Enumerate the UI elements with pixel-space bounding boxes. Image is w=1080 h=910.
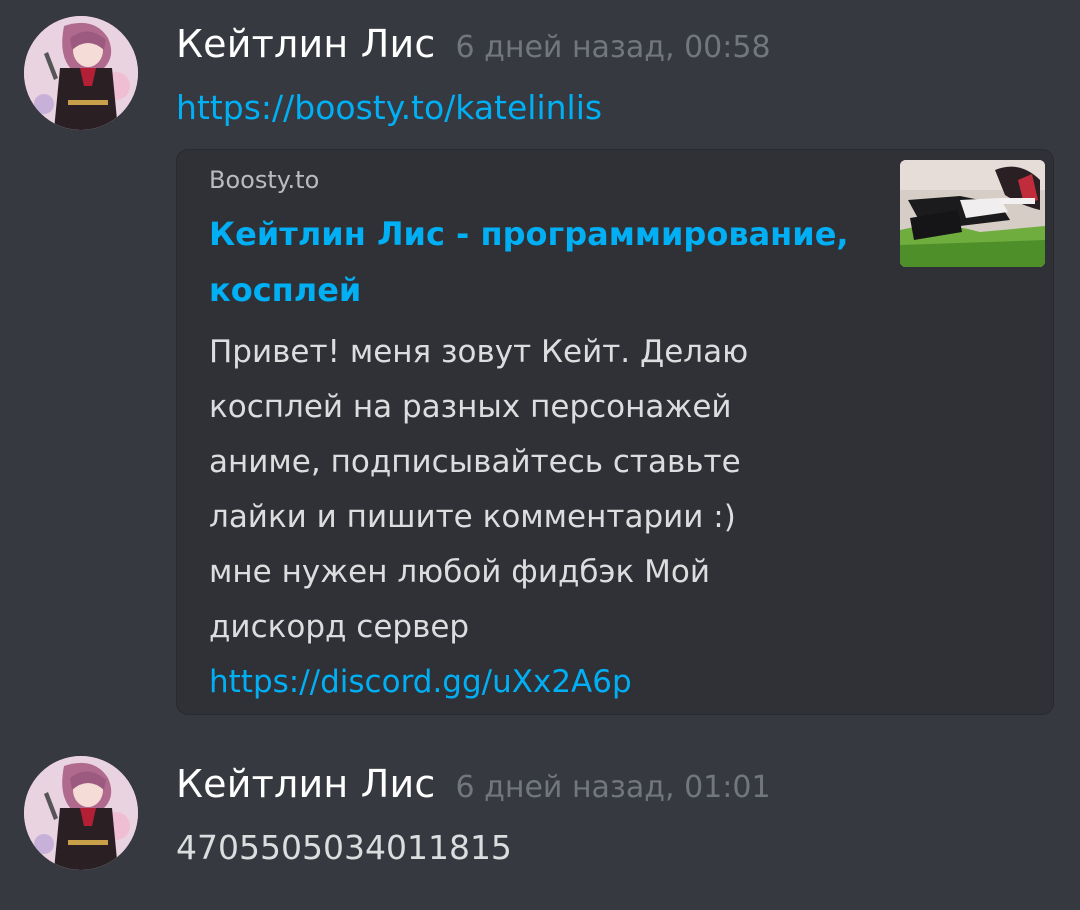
embed-thumbnail[interactable] (900, 160, 1045, 267)
embed-description-link-line: https://discord.gg/uXx2A6p (209, 655, 632, 710)
author-name[interactable]: Кейтлин Лис (176, 762, 435, 806)
embed-description: Привет! меня зовут Кейт. Делаю косплей н… (209, 334, 749, 645)
timestamp: 6 дней назад, 00:58 (455, 30, 771, 65)
message-header: Кейтлин Лис 6 дней назад, 00:58 (176, 22, 771, 78)
message-feed: Кейтлин Лис 6 дней назад, 00:58 https://… (0, 0, 1080, 910)
message-content: 470550503401181​5 (176, 828, 512, 867)
embed-discord-link[interactable]: https://discord.gg/uXx2A6p (209, 664, 632, 700)
thumbnail-image (900, 160, 1045, 267)
message-content: https://boosty.to/katelinlis (176, 88, 602, 127)
embed-title[interactable]: Кейтлин Лис - программирование, косплей (209, 206, 869, 318)
message-link[interactable]: https://boosty.to/katelinlis (176, 88, 602, 127)
timestamp: 6 дней назад, 01:01 (455, 770, 771, 805)
avatar[interactable] (24, 16, 138, 130)
author-name[interactable]: Кейтлин Лис (176, 22, 435, 66)
avatar-image (24, 756, 138, 870)
avatar-image (24, 16, 138, 130)
link-embed: Boosty.to Кейтлин Лис - программирование… (176, 149, 1054, 715)
message-header: Кейтлин Лис 6 дней назад, 01:01 (176, 762, 771, 818)
embed-provider[interactable]: Boosty.to (209, 166, 319, 194)
avatar[interactable] (24, 756, 138, 870)
